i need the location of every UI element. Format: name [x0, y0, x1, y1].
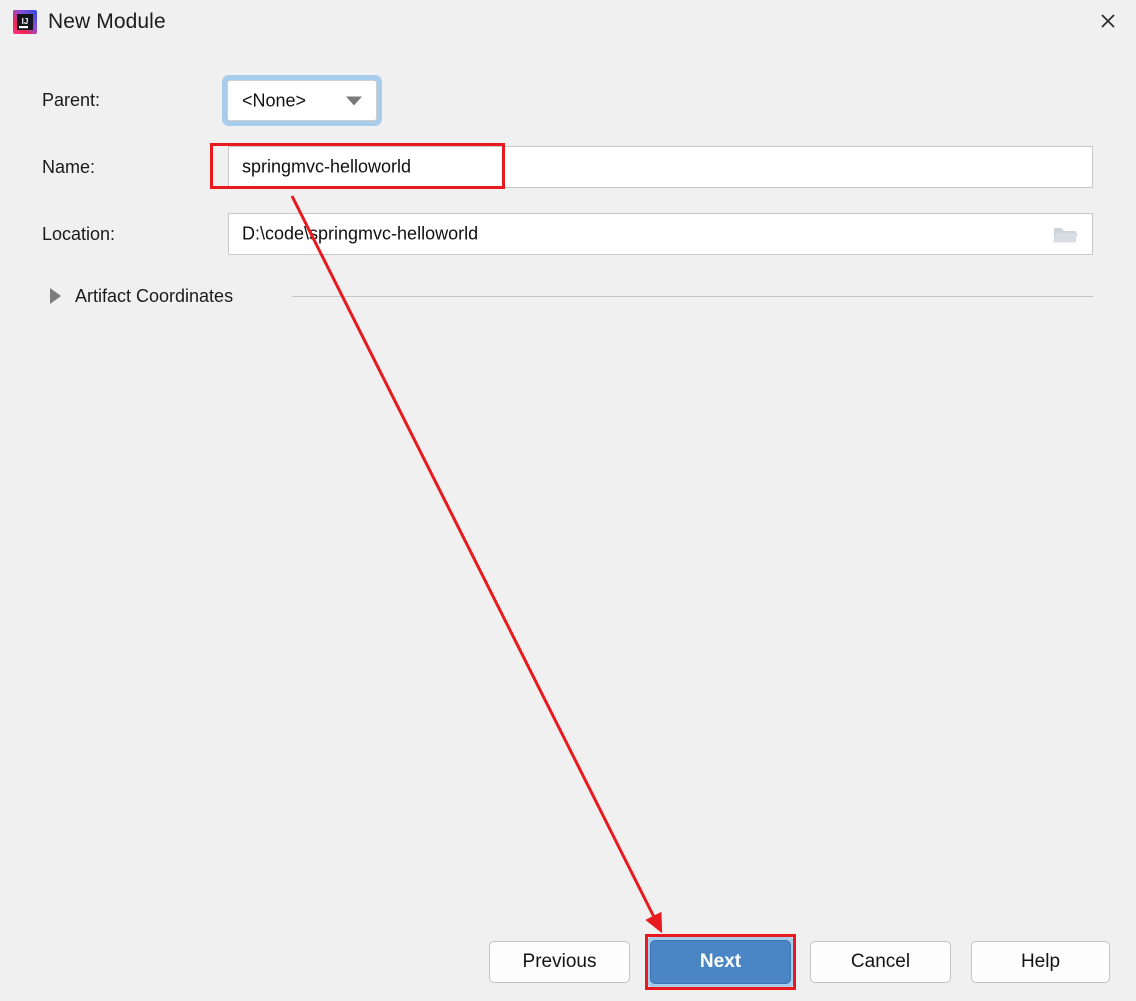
- help-button[interactable]: Help: [971, 941, 1110, 983]
- intellij-idea-logo-icon: IJ: [11, 8, 39, 36]
- folder-icon[interactable]: [1052, 223, 1078, 245]
- parent-combobox[interactable]: <None>: [222, 75, 382, 126]
- location-label: Location:: [42, 224, 116, 244]
- next-button-focus-ring: Next: [646, 936, 795, 988]
- chevron-down-icon: [346, 96, 362, 105]
- window-title: New Module: [48, 10, 166, 33]
- parent-selected-value: <None>: [242, 90, 307, 110]
- previous-button[interactable]: Previous: [489, 941, 630, 983]
- name-input[interactable]: springmvc-helloworld: [228, 146, 1093, 188]
- triangle-right-icon: [50, 288, 61, 304]
- name-label: Name:: [42, 157, 96, 177]
- title-bar: IJ New Module: [0, 0, 1136, 44]
- artifact-coordinates-expander[interactable]: Artifact Coordinates: [50, 283, 233, 309]
- svg-text:IJ: IJ: [22, 17, 29, 26]
- name-input-value: springmvc-helloworld: [242, 156, 412, 177]
- location-input-value: D:\code\springmvc-helloworld: [242, 223, 479, 244]
- artifact-coordinates-label: Artifact Coordinates: [75, 285, 234, 306]
- close-button[interactable]: [1079, 0, 1136, 42]
- location-input[interactable]: D:\code\springmvc-helloworld: [228, 213, 1093, 255]
- parent-label: Parent:: [42, 90, 101, 110]
- next-button[interactable]: Next: [650, 940, 791, 984]
- close-icon: [1100, 14, 1115, 28]
- parent-combobox-inner[interactable]: <None>: [227, 80, 377, 121]
- artifact-coordinates-separator: [292, 296, 1093, 297]
- cancel-button[interactable]: Cancel: [810, 941, 951, 983]
